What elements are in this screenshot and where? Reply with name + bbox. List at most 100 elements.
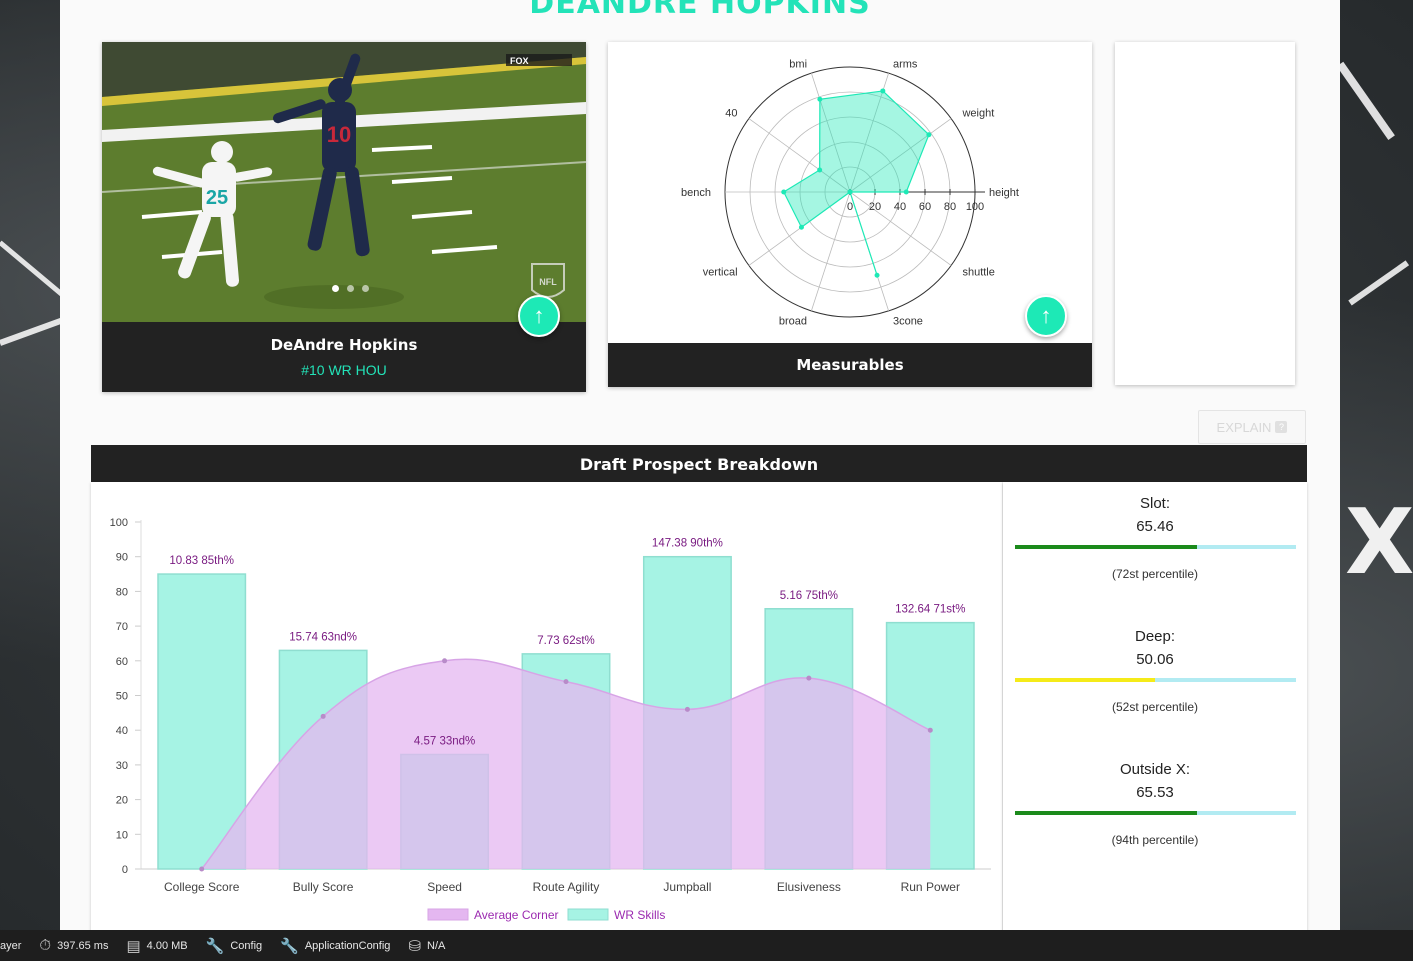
bar-data-label: 7.73 62st%: [537, 635, 595, 647]
main-page: DEANDRE HOPKINS 10 25 FOX NFL DeAndre Ho…: [60, 0, 1340, 932]
wrench-icon: 🔧: [205, 937, 225, 955]
radar-scale-label: 100: [966, 201, 984, 213]
debug-toolbar: ayer ⏱ 397.65 ms ▤ 4.00 MB 🔧 Config 🔧 Ap…: [0, 930, 1413, 961]
debug-memory-value: 4.00 MB: [146, 939, 188, 952]
arrow-up-icon: ↑: [1040, 303, 1052, 328]
y-axis-tick-label: 0: [122, 864, 128, 876]
role-score-value: 65.46: [1136, 518, 1174, 535]
carousel-dot[interactable]: [347, 285, 354, 292]
radar-data-point: [903, 189, 909, 195]
area-average-corner-point: [563, 679, 569, 685]
database-icon: ⛁: [408, 937, 422, 955]
x-axis-category-label: Elusiveness: [777, 880, 841, 894]
scroll-up-button[interactable]: ↑: [518, 295, 560, 337]
radar-axis-label: bmi: [789, 59, 807, 71]
debug-player-label: ayer: [0, 939, 22, 952]
role-score-bar: [1014, 811, 1296, 815]
role-score-value: 50.06: [1136, 651, 1174, 668]
radar-scale-label: 80: [944, 201, 956, 213]
x-axis-category-label: Bully Score: [293, 880, 354, 894]
x-axis-category-label: Route Agility: [533, 880, 600, 894]
wrench-icon: 🔧: [280, 937, 299, 955]
player-info-footer: DeAndre Hopkins #10 WR HOU: [102, 322, 586, 392]
player-photo-carousel[interactable]: 10 25 FOX NFL: [102, 42, 586, 322]
y-axis-tick-label: 20: [116, 795, 128, 807]
x-axis-category-label: Speed: [427, 880, 462, 894]
role-score-block: Slot: 65.46 (72st percentile): [1003, 495, 1307, 581]
carousel-dot[interactable]: [362, 285, 369, 292]
radar-axis-label: bench: [681, 187, 711, 199]
carousel-indicators: [332, 285, 369, 292]
bar-data-label: 4.57 33nd%: [414, 735, 475, 747]
area-average-corner-point: [442, 658, 448, 664]
role-score-fill: [1014, 811, 1198, 815]
y-axis-tick-label: 70: [116, 621, 128, 633]
breakdown-header: Draft Prospect Breakdown: [91, 445, 1307, 482]
role-scores-card: Slot: 65.46 (72st percentile) Deep: 50.06 (52…: [1003, 482, 1307, 932]
debug-time-value: 397.65 ms: [57, 939, 109, 952]
y-axis-tick-label: 90: [116, 552, 128, 564]
debug-db-item[interactable]: ⛁ N/A: [408, 937, 445, 955]
explain-label: EXPLAIN: [1216, 419, 1272, 435]
radar-data-point: [874, 272, 880, 278]
player-position-team: #10 WR HOU: [301, 362, 387, 378]
debug-time-item[interactable]: ⏱ 397.65 ms: [39, 937, 108, 954]
bar-data-label: 15.74 63nd%: [289, 631, 357, 643]
legend-label: Average Corner: [474, 908, 559, 922]
player-name-heading: DEANDRE HOPKINS: [529, 0, 871, 21]
scroll-up-button[interactable]: ↑: [1025, 295, 1067, 337]
bar-data-label: 5.16 75th%: [780, 590, 838, 602]
debug-app-config-item[interactable]: 🔧 ApplicationConfig: [280, 937, 390, 955]
svg-text:NFL: NFL: [539, 277, 557, 287]
radar-scale-label: 0: [847, 201, 853, 213]
radar-scale-label: 60: [919, 201, 931, 213]
y-axis-tick-label: 40: [116, 725, 128, 737]
network-logo: FOX: [510, 56, 529, 66]
player-full-name: DeAndre Hopkins: [270, 336, 418, 354]
radar-axis-label: shuttle: [962, 266, 994, 278]
legend-label: WR Skills: [614, 908, 665, 922]
radar-axis-label: 40: [725, 108, 737, 120]
radar-data-polygon: [782, 90, 930, 276]
debug-player-item[interactable]: ayer: [0, 940, 21, 952]
radar-axis-label: arms: [893, 59, 918, 71]
radar-scale-label: 20: [869, 201, 881, 213]
debug-db-value: N/A: [427, 939, 446, 952]
bar-data-label: 10.83 85th%: [169, 555, 234, 567]
role-score-label: Outside X:: [1119, 761, 1191, 778]
empty-card: [1115, 42, 1295, 385]
debug-memory-item[interactable]: ▤ 4.00 MB: [126, 937, 187, 955]
legend-swatch: [427, 908, 469, 921]
radar-axis-label: height: [989, 187, 1019, 199]
y-axis-tick-label: 100: [110, 517, 128, 529]
radar-data-point: [798, 224, 804, 230]
area-average-corner-point: [199, 866, 205, 872]
debug-app-config-label: ApplicationConfig: [304, 939, 391, 952]
role-score-value: 65.53: [1136, 784, 1174, 801]
breakdown-bar-chart: 0 10 20 30 40 50 60 70 80 90 100 10.83 85th% 15.74 6…: [110, 517, 991, 922]
memory-icon: ▤: [126, 937, 141, 955]
radar-data-point: [817, 96, 823, 102]
debug-config-item[interactable]: 🔧 Config: [206, 937, 262, 955]
bar-wr-skills: [157, 573, 247, 870]
carousel-dot[interactable]: [332, 285, 339, 292]
explain-button[interactable]: EXPLAIN ?: [1198, 410, 1306, 444]
y-axis-tick-label: 60: [116, 656, 128, 668]
breakdown-chart-card: 0 10 20 30 40 50 60 70 80 90 100 10.83 85th% 15.74 6…: [91, 482, 1002, 932]
help-icon: ?: [1275, 421, 1288, 433]
radar-data-point: [880, 88, 886, 94]
y-axis-tick-label: 30: [116, 760, 128, 772]
football-field-image: 10 25 FOX NFL: [102, 42, 586, 322]
role-score-percentile: (94th percentile): [1111, 833, 1199, 847]
radar-data-point: [781, 189, 787, 195]
role-score-label: Slot:: [1139, 495, 1170, 512]
measurables-title: Measurables: [796, 356, 904, 374]
area-average-corner-point: [320, 713, 326, 719]
radar-data-point: [847, 189, 853, 195]
bar-data-label: 132.64 71st%: [895, 604, 965, 616]
radar-scale-label: 40: [894, 201, 906, 213]
role-score-bar: [1014, 545, 1296, 549]
role-score-percentile: (72st percentile): [1111, 567, 1199, 581]
x-axis-category-label: Jumpball: [663, 880, 711, 894]
radar-axis-label: 3cone: [893, 315, 923, 327]
